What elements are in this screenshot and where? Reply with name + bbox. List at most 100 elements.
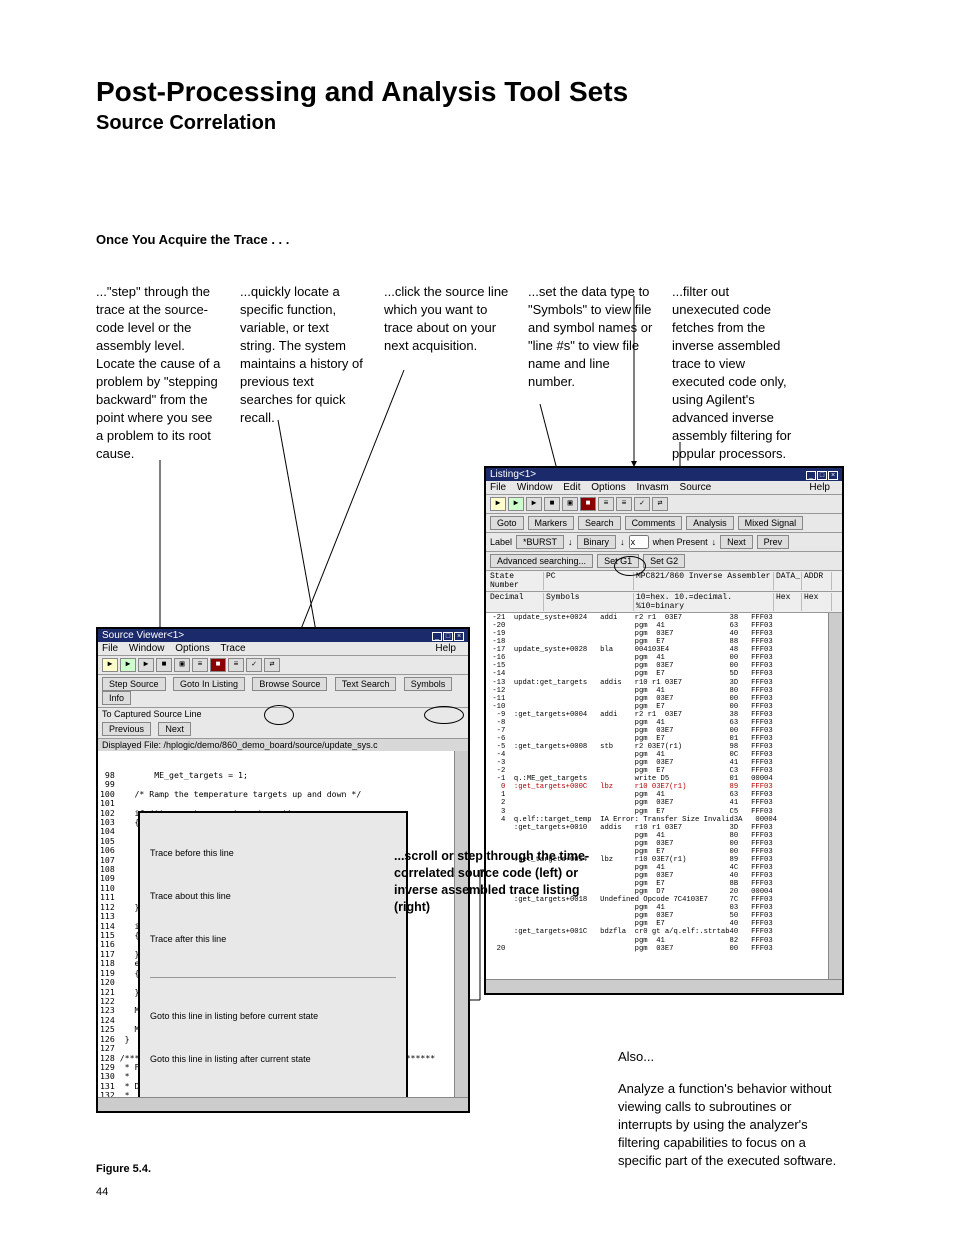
tool-icon[interactable]: ≡	[228, 658, 244, 672]
ctx-trace-before[interactable]: Trace before this line	[150, 846, 396, 860]
goto-listing-button[interactable]: Goto In Listing	[173, 677, 245, 691]
source-code-area[interactable]: 98 ME_get_targets = 1; 99 100 /* Ramp th…	[98, 751, 468, 1111]
tool-icon[interactable]: ✓	[634, 497, 650, 511]
listing-menubar[interactable]: File Window Edit Options Invasm Source H…	[486, 481, 842, 495]
tool-icon[interactable]: ≡	[616, 497, 632, 511]
menu-source[interactable]: Source	[680, 482, 712, 493]
scrollbar-vertical[interactable]	[454, 751, 468, 1097]
listing-row: -2 pgm E7 C3 FFF03	[488, 767, 840, 775]
tab-comments[interactable]: Comments	[625, 516, 683, 530]
browse-source-button[interactable]: Browse Source	[252, 677, 327, 691]
tool-icon[interactable]: ▶	[526, 497, 542, 511]
callout-3: ...click the source line which you want …	[384, 283, 510, 462]
tool-icon[interactable]: ▶	[490, 497, 506, 511]
next-btn[interactable]: Next	[720, 535, 753, 549]
menu-file[interactable]: File	[102, 643, 118, 654]
listing-row: pgm 41 82 FFF03	[488, 937, 840, 945]
scrollbar-horizontal[interactable]	[98, 1097, 468, 1111]
listing-row: -21 update_syste+0024 addi r2 r1 03E7 38…	[488, 614, 840, 622]
prev-btn[interactable]: Prev	[757, 535, 790, 549]
tool-icon[interactable]: ≡	[598, 497, 614, 511]
previous-button[interactable]: Previous	[102, 722, 151, 736]
listing-tabbar[interactable]: Goto Markers Search Comments Analysis Mi…	[486, 514, 842, 533]
tab-search[interactable]: Search	[578, 516, 621, 530]
window-buttons[interactable]: _□×	[431, 630, 464, 641]
tool-icon[interactable]: ⇄	[652, 497, 668, 511]
listing-row: -13 updat:get_targets addis r10 r1 03E7 …	[488, 679, 840, 687]
tab-markers[interactable]: Markers	[528, 516, 575, 530]
next-button[interactable]: Next	[158, 722, 191, 736]
tab-goto[interactable]: Goto	[490, 516, 524, 530]
menu-edit[interactable]: Edit	[563, 482, 580, 493]
menu-help[interactable]: Help	[435, 643, 456, 654]
menu-invasm[interactable]: Invasm	[637, 482, 669, 493]
tool-icon[interactable]: ▶	[102, 658, 118, 672]
label-text: Label	[490, 537, 512, 547]
tool-icon[interactable]: ▶	[508, 497, 524, 511]
also-body: Analyze a function's behavior without vi…	[618, 1080, 846, 1170]
callout-5: ...filter out unexecuted code fetches fr…	[672, 283, 798, 462]
ctx-goto-before[interactable]: Goto this line in listing before current…	[150, 1009, 396, 1023]
listing-row: -8 pgm 41 63 FFF03	[488, 719, 840, 727]
tool-icon[interactable]: ▶	[138, 658, 154, 672]
callout-row: ..."step" through the trace at the sourc…	[96, 283, 864, 462]
menu-file[interactable]: File	[490, 482, 506, 493]
listing-row: 20 pgm 03E7 00 FFF03	[488, 945, 840, 953]
listing-row: -20 pgm 41 63 FFF03	[488, 622, 840, 630]
sub-hex2: Hex	[802, 593, 832, 611]
window-buttons[interactable]: _□×	[805, 469, 838, 480]
listing-row: -4 pgm 41 0C FFF03	[488, 751, 840, 759]
symbols-button[interactable]: Symbols	[404, 677, 453, 691]
menu-options[interactable]: Options	[175, 643, 209, 654]
annotation-circle	[264, 705, 294, 725]
text-search-button[interactable]: Text Search	[335, 677, 397, 691]
ctx-trace-about[interactable]: Trace about this line	[150, 889, 396, 903]
step-source-button[interactable]: Step Source	[102, 677, 166, 691]
menu-window[interactable]: Window	[517, 482, 553, 493]
x-input[interactable]	[629, 535, 649, 549]
set-g2-button[interactable]: Set G2	[643, 554, 685, 568]
tool-icon[interactable]: ▣	[174, 658, 190, 672]
listing-row: 2 pgm 03E7 41 FFF03	[488, 799, 840, 807]
scrollbar-horizontal[interactable]	[486, 979, 842, 993]
sub-base: 10=hex. 10.=decimal. %10=binary	[634, 593, 774, 611]
label-value[interactable]: *BURST	[516, 535, 564, 549]
menu-window[interactable]: Window	[129, 643, 165, 654]
page-title: Post-Processing and Analysis Tool Sets	[96, 76, 864, 108]
listing-area[interactable]: -21 update_syste+0024 addi r2 r1 03E7 38…	[486, 613, 842, 993]
tool-icon[interactable]: ▶	[120, 658, 136, 672]
context-menu[interactable]: Trace before this line Trace about this …	[138, 811, 408, 1101]
source-viewer-toolbar[interactable]: ▶ ▶ ▶ ■ ▣ ≡ ■ ≡ ✓ ⇄	[98, 656, 468, 675]
down-arrow-icon[interactable]: ↓	[620, 537, 625, 547]
tool-icon[interactable]: ■	[156, 658, 172, 672]
listing-toolbar[interactable]: ▶ ▶ ▶ ■ ▣ ■ ≡ ≡ ✓ ⇄	[486, 495, 842, 514]
col-addr: ADDR	[802, 572, 832, 590]
tool-icon[interactable]: ▣	[562, 497, 578, 511]
down-arrow-icon[interactable]: ↓	[568, 537, 573, 547]
tool-icon[interactable]: ■	[580, 497, 596, 511]
col-pc: PC	[544, 572, 634, 590]
menu-help[interactable]: Help	[809, 482, 830, 493]
adv-search-button[interactable]: Advanced searching...	[490, 554, 593, 568]
listing-title: Listing<1>	[490, 469, 536, 480]
menu-options[interactable]: Options	[591, 482, 625, 493]
sub-decimal: Decimal	[488, 593, 544, 611]
ctx-goto-after[interactable]: Goto this line in listing after current …	[150, 1052, 396, 1066]
tool-icon[interactable]: ■	[210, 658, 226, 672]
tool-icon[interactable]: ⇄	[264, 658, 280, 672]
info-button[interactable]: Info	[102, 691, 131, 705]
tool-icon[interactable]: ■	[544, 497, 560, 511]
down-arrow-icon[interactable]: ↓	[712, 537, 717, 547]
source-viewer-menubar[interactable]: File Window Options Trace Help	[98, 642, 468, 656]
listing-row: :get_targets+0010 addis r10 r1 03E7 3D F…	[488, 824, 840, 832]
tool-icon[interactable]: ✓	[246, 658, 262, 672]
scrollbar-vertical[interactable]	[828, 613, 842, 979]
menu-trace[interactable]: Trace	[220, 643, 245, 654]
ctx-trace-after[interactable]: Trace after this line	[150, 932, 396, 946]
listing-row: -19 pgm 03E7 40 FFF03	[488, 630, 840, 638]
binary-button[interactable]: Binary	[577, 535, 617, 549]
tool-icon[interactable]: ≡	[192, 658, 208, 672]
tab-analysis[interactable]: Analysis	[686, 516, 734, 530]
source-viewer-titlebar: Source Viewer<1> _□×	[98, 629, 468, 642]
tab-mixed-signal[interactable]: Mixed Signal	[738, 516, 804, 530]
